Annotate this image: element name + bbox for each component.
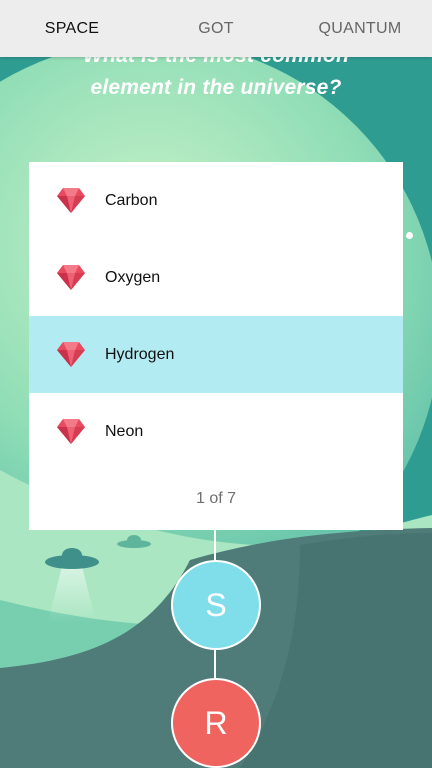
answer-option-carbon[interactable]: Carbon	[29, 162, 403, 239]
r-button[interactable]: R	[171, 678, 261, 768]
answer-card: Carbon Oxygen Hydrogen Neon 1 of 7	[29, 162, 403, 530]
answer-label: Carbon	[105, 191, 158, 209]
indicator-dot	[406, 232, 413, 239]
answer-option-oxygen[interactable]: Oxygen	[29, 239, 403, 316]
connector-line	[214, 650, 216, 680]
s-button[interactable]: S	[171, 560, 261, 650]
ruby-gem-icon	[57, 419, 85, 444]
tab-space[interactable]: SPACE	[0, 20, 144, 38]
ruby-gem-icon	[57, 342, 85, 367]
connector-line	[214, 530, 216, 562]
answer-label: Oxygen	[105, 268, 161, 286]
ruby-gem-icon	[57, 265, 85, 290]
question-line-2: element in the universe?	[90, 76, 342, 99]
question-pager: 1 of 7	[195, 490, 237, 507]
ruby-gem-icon	[57, 188, 85, 213]
answer-option-neon[interactable]: Neon	[29, 393, 403, 470]
answer-option-hydrogen[interactable]: Hydrogen	[29, 316, 403, 393]
tab-quantum[interactable]: QUANTUM	[288, 20, 432, 38]
tab-got[interactable]: GOT	[144, 20, 288, 38]
category-tab-bar: SPACE GOT QUANTUM	[0, 0, 432, 57]
answer-label: Hydrogen	[105, 345, 175, 363]
answer-label: Neon	[105, 422, 144, 440]
